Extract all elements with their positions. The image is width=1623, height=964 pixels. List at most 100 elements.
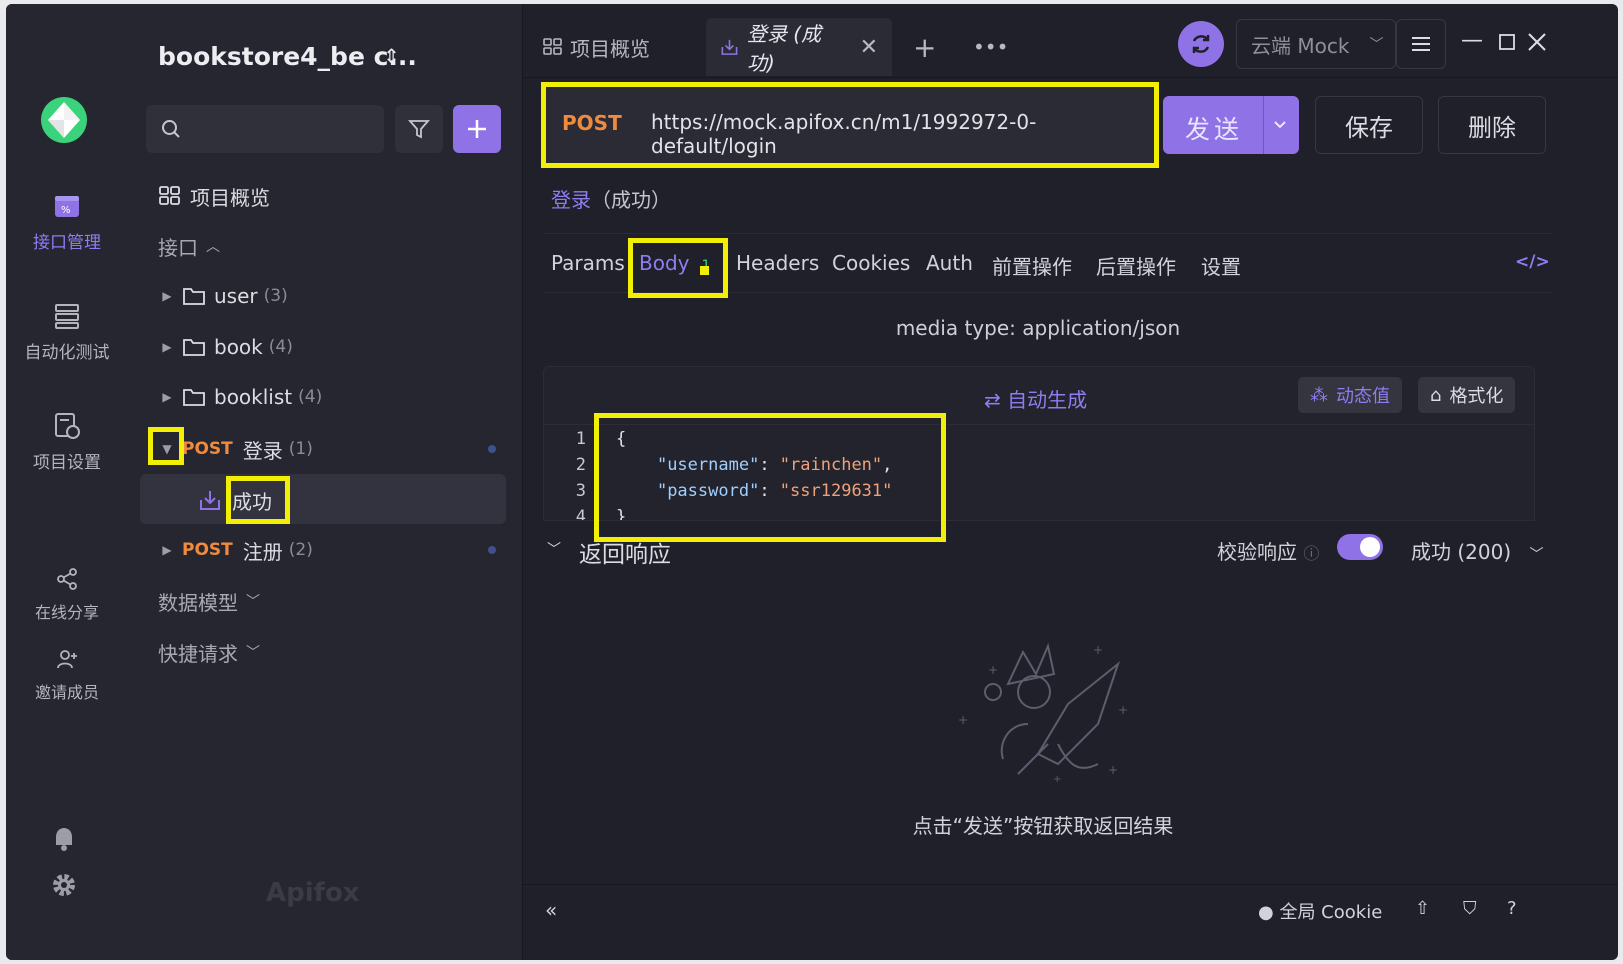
maximize-icon[interactable] bbox=[1499, 34, 1515, 50]
highlight-box bbox=[628, 238, 728, 298]
svg-text:%: % bbox=[61, 205, 71, 216]
rail-invite[interactable]: 邀请成员 bbox=[6, 647, 128, 703]
format-label: 格式化 bbox=[1449, 386, 1504, 407]
chevron-down-icon[interactable] bbox=[1273, 118, 1287, 132]
dynamic-value-button[interactable]: ⁂ 动态值 bbox=[1298, 377, 1402, 413]
format-button[interactable]: ⌂ 格式化 bbox=[1418, 377, 1516, 413]
hamburger-icon bbox=[1412, 37, 1430, 51]
chevron-down-icon[interactable]: ﹀ bbox=[547, 539, 561, 559]
sync-button[interactable] bbox=[1178, 21, 1224, 67]
shirt-icon[interactable]: ⛉ bbox=[1463, 898, 1477, 919]
cookie-label: 全局 Cookie bbox=[1279, 902, 1383, 923]
tab-overview[interactable]: 项目概览 bbox=[543, 18, 650, 76]
response-title[interactable]: 返回响应 bbox=[579, 535, 671, 569]
new-tab-button[interactable]: + bbox=[913, 18, 936, 76]
more-icon[interactable]: ••• bbox=[973, 18, 1008, 76]
svg-text:+: + bbox=[958, 713, 968, 727]
tab-headers[interactable]: Headers bbox=[736, 251, 819, 275]
api-count: (1) bbox=[288, 439, 313, 459]
method-badge: POST bbox=[182, 540, 233, 560]
folder-name: booklist bbox=[214, 385, 293, 409]
tab-bar: 项目概览 登录 (成功) ✕ + ••• 云端 Mock ﹀ — bbox=[523, 4, 1618, 78]
section-label: 快捷请求 bbox=[158, 641, 238, 666]
environment-select[interactable]: 云端 Mock ﹀ bbox=[1236, 19, 1396, 69]
highlight-box bbox=[226, 476, 290, 524]
auto-generate-button[interactable]: ⇄ 自动生成 bbox=[984, 384, 1087, 413]
status-select[interactable]: 成功 (200) ﹀ bbox=[1411, 536, 1544, 565]
verify-label: 校验响应 ⓘ bbox=[1217, 536, 1319, 565]
sidebar-section-data-model[interactable]: 数据模型 ﹀ bbox=[158, 581, 260, 621]
project-title[interactable]: bookstore4_be c... bbox=[158, 42, 417, 71]
close-icon[interactable]: ✕ bbox=[860, 35, 878, 60]
rail-project-settings[interactable]: 项目设置 bbox=[6, 412, 128, 473]
grid-icon bbox=[543, 38, 562, 55]
send-label: 发送 bbox=[1185, 115, 1244, 144]
main-panel: 项目概览 登录 (成功) ✕ + ••• 云端 Mock ﹀ — POST ht… bbox=[523, 4, 1618, 960]
folder-name: book bbox=[214, 335, 263, 359]
nav-rail: % 接口管理 自动化测试 项目设置 在线分享 邀请成员 bbox=[6, 4, 128, 960]
divider bbox=[1263, 96, 1264, 154]
filter-button[interactable] bbox=[395, 105, 443, 153]
empty-state-caption: 点击“发送”按钮获取返回结果 bbox=[912, 814, 1174, 838]
sidebar-folder-user[interactable]: ▶ user (3) bbox=[152, 276, 287, 316]
highlight-box bbox=[148, 427, 184, 465]
tab-settings[interactable]: 设置 bbox=[1201, 251, 1241, 280]
section-label: 数据模型 bbox=[158, 590, 238, 615]
chevron-up-icon: ︿ bbox=[206, 239, 220, 255]
response-header: ﹀ 返回响应 校验响应 ⓘ 成功 (200) ﹀ bbox=[523, 521, 1618, 579]
env-label: 云端 Mock bbox=[1251, 33, 1350, 58]
format-icon: ⌂ bbox=[1430, 384, 1442, 406]
menu-button[interactable] bbox=[1396, 19, 1446, 69]
search-input[interactable] bbox=[146, 105, 384, 153]
code-icon[interactable]: </> bbox=[1515, 252, 1550, 272]
breadcrumb-link[interactable]: 登录 bbox=[551, 188, 591, 212]
rail-label: 自动化测试 bbox=[24, 343, 110, 363]
api-count: (2) bbox=[288, 540, 313, 560]
share-icon bbox=[57, 568, 77, 590]
tab-pre-operations[interactable]: 前置操作 bbox=[992, 251, 1072, 280]
add-user-icon bbox=[57, 650, 77, 669]
upload-icon[interactable]: ⇧ bbox=[1415, 898, 1430, 919]
sidebar-folder-booklist[interactable]: ▶ booklist (4) bbox=[152, 377, 322, 417]
tab-auth[interactable]: Auth bbox=[926, 251, 973, 275]
help-icon[interactable]: ⓘ bbox=[1303, 544, 1319, 563]
rail-automation[interactable]: 自动化测试 bbox=[6, 302, 128, 363]
tab-params[interactable]: Params bbox=[551, 251, 625, 275]
send-button[interactable]: 发送 bbox=[1163, 96, 1299, 154]
rail-api-management[interactable]: % 接口管理 bbox=[6, 192, 128, 253]
rail-share[interactable]: 在线分享 bbox=[6, 567, 128, 623]
collapse-sidebar-icon[interactable]: « bbox=[545, 898, 557, 922]
breadcrumb: 登录（成功） bbox=[551, 184, 671, 213]
gear-icon[interactable] bbox=[51, 872, 77, 898]
delete-button[interactable]: 删除 bbox=[1438, 96, 1546, 154]
sidebar-item-register[interactable]: ▶ POST 注册 (2) bbox=[152, 530, 313, 570]
help-icon[interactable]: ? bbox=[1507, 898, 1517, 919]
global-cookie-button[interactable]: ● 全局 Cookie bbox=[1258, 898, 1382, 924]
save-button[interactable]: 保存 bbox=[1315, 96, 1423, 154]
line-number: 3 bbox=[575, 481, 586, 501]
verify-toggle[interactable] bbox=[1337, 534, 1383, 560]
sidebar-section-quick-request[interactable]: 快捷请求 ﹀ bbox=[158, 632, 260, 672]
dynamic-value-label: 动态值 bbox=[1336, 386, 1390, 407]
sidebar-folder-book[interactable]: ▶ book (4) bbox=[152, 327, 293, 367]
highlight-marker bbox=[700, 266, 709, 275]
sidebar-item-login-success[interactable] bbox=[140, 474, 506, 524]
tab-cookies[interactable]: Cookies bbox=[832, 251, 910, 275]
media-type-label: media type: application/json bbox=[895, 316, 1181, 340]
apifox-logo bbox=[41, 97, 87, 143]
folder-count: (4) bbox=[268, 337, 293, 357]
tab-login-success[interactable]: 登录 (成功) ✕ bbox=[706, 18, 892, 76]
rail-label: 项目设置 bbox=[33, 453, 101, 473]
sidebar-section-api[interactable]: 接口 ︿ bbox=[158, 226, 220, 266]
project-switch-icon[interactable]: ⇕ bbox=[383, 44, 400, 68]
filter-icon bbox=[408, 120, 430, 139]
caret-right-icon: ▶ bbox=[162, 543, 172, 557]
window-close-icon[interactable] bbox=[1527, 32, 1547, 52]
status-dot bbox=[488, 445, 496, 453]
section-label: 接口 bbox=[158, 235, 198, 260]
minimize-icon[interactable]: — bbox=[1461, 28, 1483, 53]
add-button[interactable] bbox=[453, 105, 501, 153]
tab-post-operations[interactable]: 后置操作 bbox=[1096, 251, 1176, 280]
sidebar-item-overview[interactable]: 项目概览 bbox=[158, 176, 270, 216]
notification-bell-icon[interactable] bbox=[52, 826, 76, 852]
